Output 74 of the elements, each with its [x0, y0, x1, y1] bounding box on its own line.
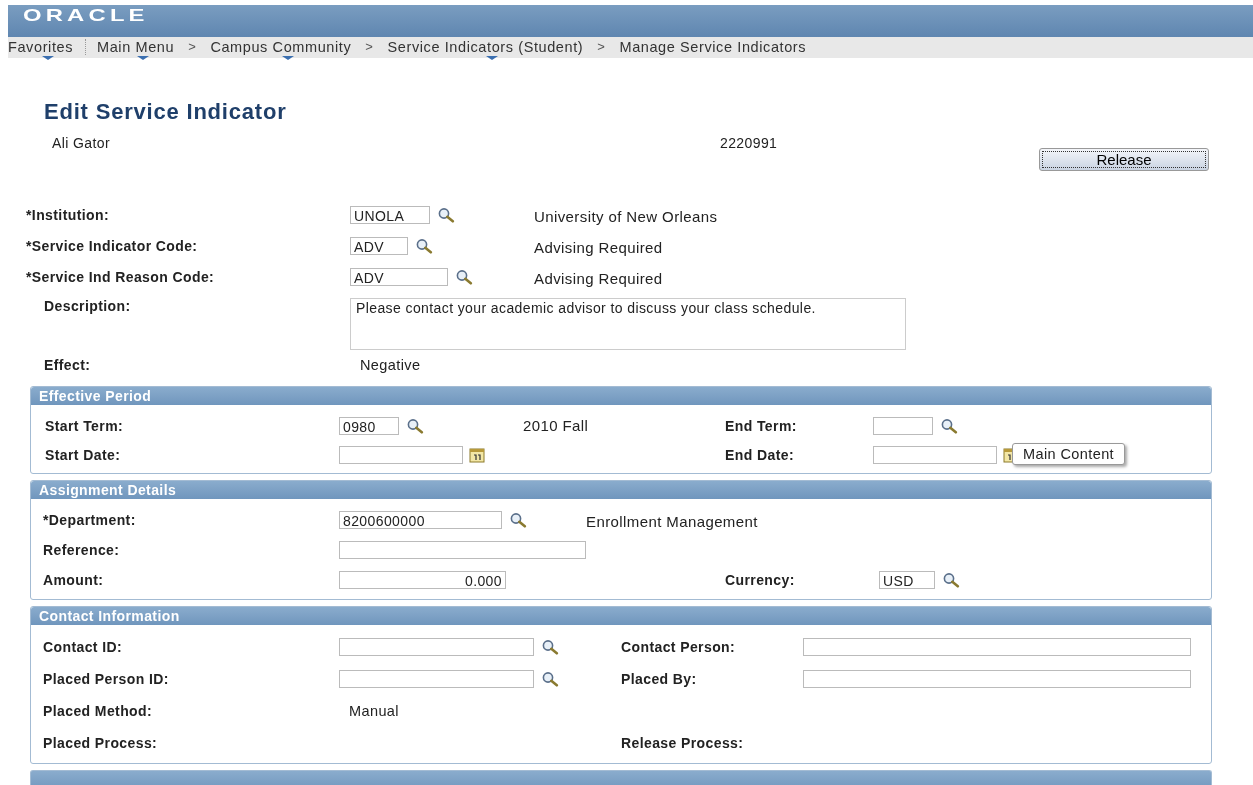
field-label: Contact ID:	[42, 639, 124, 655]
input-field[interactable]	[873, 445, 997, 464]
logo: ORACLE	[23, 7, 149, 25]
nav-link[interactable]: Campus Community	[210, 39, 354, 60]
section-header: Effective Period	[31, 387, 1211, 405]
input-field[interactable]: 8200600000	[339, 511, 502, 529]
breadcrumb-separator: >	[597, 39, 606, 54]
field-label: End Date:	[725, 446, 795, 463]
search-icon[interactable]	[405, 417, 425, 434]
field-value: Manual	[348, 703, 399, 719]
field-label: Placed By:	[621, 671, 698, 687]
field-label: Release Process:	[621, 735, 745, 751]
search-icon[interactable]	[436, 206, 456, 223]
field-label: Start Term:	[44, 417, 125, 434]
input-field[interactable]: 0980	[339, 416, 399, 435]
field-description: Advising Required	[534, 238, 664, 256]
search-icon[interactable]	[540, 639, 560, 655]
input-field[interactable]: USD	[879, 571, 935, 589]
person-name: Ali Gator	[52, 135, 112, 153]
description-field[interactable]: Please contact your academic advisor to discuss your class schedule.	[350, 298, 906, 350]
dropdown-icon[interactable]	[136, 56, 149, 60]
search-icon[interactable]	[540, 671, 560, 687]
page-title: Edit Service Indicator	[44, 99, 288, 125]
field-description: Enrollment Management	[586, 512, 759, 530]
field-label: Placed Method:	[42, 703, 154, 719]
breadcrumb-separator: >	[188, 39, 197, 54]
search-icon[interactable]	[939, 417, 959, 434]
field-label: *Department:	[42, 512, 137, 528]
input-field[interactable]	[803, 638, 1191, 656]
input-field[interactable]: 0.000	[339, 571, 506, 589]
search-icon[interactable]	[454, 268, 474, 285]
field-label: Contact Person:	[621, 639, 737, 655]
field-label: End Term:	[725, 417, 798, 434]
tooltip: Main Content	[1012, 442, 1126, 465]
field-label: Start Date:	[44, 446, 122, 463]
field-label: *Service Ind Reason Code:	[26, 268, 216, 285]
field-value: Negative	[359, 356, 421, 373]
dropdown-icon[interactable]	[281, 56, 294, 60]
breadcrumb-separator: >	[365, 39, 374, 54]
input-field[interactable]	[873, 416, 933, 435]
field-label: Placed Person ID:	[42, 671, 170, 687]
input-field[interactable]: UNOLA	[350, 205, 430, 224]
search-icon[interactable]	[508, 512, 528, 528]
input-field[interactable]	[803, 670, 1191, 688]
search-icon[interactable]	[414, 237, 434, 254]
input-field[interactable]	[339, 541, 586, 559]
input-field[interactable]: ADV	[350, 236, 408, 255]
field-description: 2010 Fall	[523, 417, 590, 434]
release-button[interactable]: Release	[1039, 148, 1209, 171]
section-header: Contact Information	[31, 607, 1211, 625]
person-id: 2220991	[720, 135, 778, 153]
dropdown-icon[interactable]	[41, 56, 54, 60]
nav-link[interactable]: Main Menu	[97, 39, 177, 60]
input-field[interactable]	[339, 670, 534, 688]
input-field[interactable]	[339, 638, 534, 656]
section-header: Assignment Details	[31, 481, 1211, 499]
field-description: University of New Orleans	[534, 207, 719, 225]
input-field[interactable]	[339, 445, 463, 464]
field-label: *Institution:	[26, 206, 110, 223]
field-label: *Service Indicator Code:	[26, 237, 199, 254]
field-label: Currency:	[725, 572, 796, 588]
nav-link[interactable]: Manage Service Indicators	[619, 39, 809, 60]
field-description: Advising Required	[534, 269, 664, 287]
search-icon[interactable]	[941, 572, 961, 588]
nav-link[interactable]: Service Indicators (Student)	[387, 39, 586, 60]
calendar-icon[interactable]	[469, 446, 485, 463]
input-field[interactable]: ADV	[350, 267, 448, 286]
field-label: Reference:	[42, 542, 121, 558]
field-label: Amount:	[42, 572, 105, 588]
dropdown-icon[interactable]	[486, 56, 499, 60]
field-label: Description:	[43, 298, 132, 314]
field-label: Placed Process:	[42, 735, 159, 751]
nav-link[interactable]: Favorites	[8, 39, 76, 60]
field-label: Effect:	[43, 356, 92, 373]
